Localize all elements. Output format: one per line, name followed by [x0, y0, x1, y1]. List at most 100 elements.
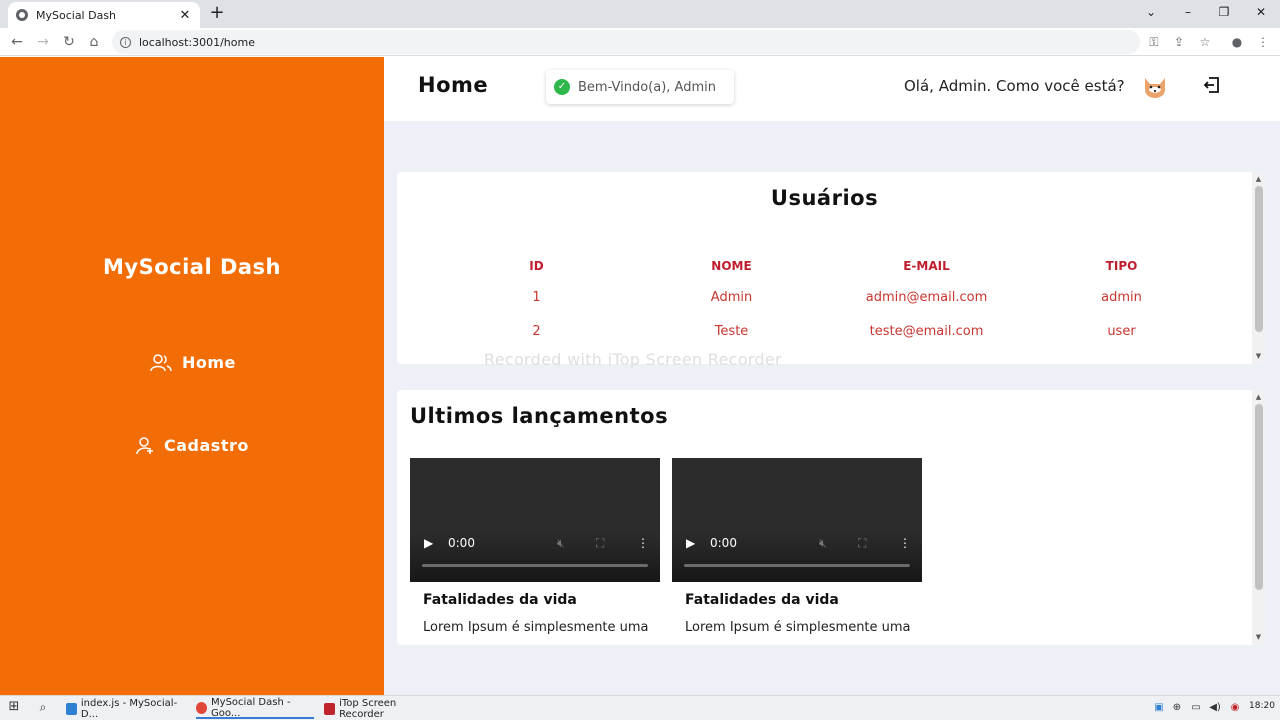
video-card: ▶ 0:00 🔇︎ ⛶ ⋮ Fatalidades da vida Lorem …: [672, 458, 922, 635]
video-card: ▶ 0:00 🔇︎ ⛶ ⋮ Fatalidades da vida Lorem …: [410, 458, 660, 635]
logout-icon[interactable]: [1202, 75, 1222, 95]
cell-email: admin@email.com: [865, 289, 988, 305]
video-player[interactable]: ▶ 0:00 🔇︎ ⛶ ⋮: [672, 458, 922, 582]
launches-card: Ultimos lançamentos ▶ 0:00 🔇︎ ⛶ ⋮ Fatali…: [397, 390, 1265, 645]
globe-icon: [16, 9, 28, 21]
mute-icon[interactable]: 🔇︎: [819, 536, 827, 551]
welcome-toast[interactable]: ✓ Bem-Vindo(a), Admin: [546, 70, 734, 104]
page-title: Home: [418, 73, 489, 97]
forward-icon[interactable]: →: [34, 33, 52, 51]
share-icon[interactable]: ⇪: [1171, 34, 1187, 50]
scroll-down-icon[interactable]: ▼: [1254, 633, 1263, 641]
table-row[interactable]: 2 Teste teste@email.com user: [439, 314, 1219, 348]
video-description: Lorem Ipsum é simplesmente uma: [423, 620, 649, 635]
sidebar: MySocial Dash Home Cadastro: [0, 57, 384, 695]
fullscreen-icon[interactable]: ⛶: [858, 536, 866, 551]
video-progress[interactable]: [684, 564, 910, 567]
volume-icon[interactable]: ◀): [1209, 702, 1221, 714]
scroll-thumb[interactable]: [1255, 404, 1263, 590]
toast-message: Bem-Vindo(a), Admin: [578, 79, 716, 95]
network-icon[interactable]: ▭: [1190, 702, 1202, 714]
column-header: E-MAIL: [903, 259, 950, 273]
play-icon[interactable]: ▶: [686, 536, 695, 550]
table-header-row: ID NOME E-MAIL TIPO: [439, 252, 1219, 280]
main-content: Home ✓ Bem-Vindo(a), Admin Olá, Admin. C…: [384, 57, 1280, 695]
search-icon[interactable]: ⌕: [37, 701, 49, 713]
sidebar-item-cadastro[interactable]: Cadastro: [136, 436, 249, 455]
info-icon[interactable]: i: [120, 36, 131, 48]
taskbar-item-chrome[interactable]: MySocial Dash - Goo...: [196, 697, 314, 719]
taskbar-item-vscode[interactable]: index.js - MySocial-D...: [66, 698, 184, 720]
taskbar-item-label: MySocial Dash - Goo...: [211, 697, 291, 719]
column-header: TIPO: [1105, 259, 1138, 273]
address-bar[interactable]: i localhost:3001/home: [112, 30, 1140, 54]
taskbar-item-recorder[interactable]: iTop Screen Recorder: [324, 698, 436, 720]
recorder-tray-icon[interactable]: ◉: [1229, 702, 1241, 714]
cell-name: Admin: [710, 289, 753, 305]
video-menu-icon[interactable]: ⋮: [899, 536, 911, 550]
browser-toolbar: ← → ↻ ⌂ i localhost:3001/home ⚿ ⇪ ☆ ● ⋮: [0, 28, 1280, 56]
table-row[interactable]: 1 Admin admin@email.com admin: [439, 280, 1219, 314]
scroll-up-icon[interactable]: ▲: [1254, 393, 1263, 401]
video-time: 0:00: [710, 536, 737, 550]
users-table: ID NOME E-MAIL TIPO 1 Admin admin@email.…: [439, 252, 1219, 348]
sidebar-item-home[interactable]: Home: [150, 353, 236, 372]
close-tab-icon[interactable]: ✕: [178, 8, 192, 23]
cell-type: user: [1107, 323, 1136, 339]
users-card: Usuários ID NOME E-MAIL TIPO 1 Admin adm…: [397, 172, 1265, 364]
browser-tab[interactable]: MySocial Dash ✕: [8, 2, 200, 28]
cell-type: admin: [1101, 289, 1142, 305]
recorder-watermark: Recorded with iTop Screen Recorder: [484, 350, 782, 369]
video-menu-icon[interactable]: ⋮: [637, 536, 649, 550]
vscode-icon: [66, 703, 77, 715]
url-text: localhost:3001/home: [139, 35, 255, 49]
tray-app-icon[interactable]: ▣: [1153, 702, 1165, 714]
fullscreen-icon[interactable]: ⛶: [596, 536, 604, 551]
key-icon[interactable]: ⚿: [1146, 34, 1162, 50]
user-add-icon: [136, 436, 153, 454]
browser-tabbar: MySocial Dash ✕ + ⌄ – ❐ ✕: [0, 0, 1280, 28]
avatar[interactable]: [1141, 75, 1169, 99]
taskbar-clock: 18:20: [1249, 701, 1275, 711]
video-time: 0:00: [448, 536, 475, 550]
taskbar-item-label: index.js - MySocial-D...: [80, 698, 178, 720]
chrome-icon: [196, 702, 208, 714]
scroll-up-icon[interactable]: ▲: [1254, 175, 1263, 183]
launches-scrollbar[interactable]: ▲ ▼: [1252, 390, 1265, 645]
play-icon[interactable]: ▶: [424, 536, 433, 550]
close-window-icon[interactable]: ✕: [1251, 4, 1271, 20]
top-header: Home ✓ Bem-Vindo(a), Admin Olá, Admin. C…: [384, 57, 1280, 121]
scroll-thumb[interactable]: [1255, 186, 1263, 332]
new-tab-button[interactable]: +: [208, 4, 226, 22]
cell-id: 2: [532, 323, 541, 339]
bookmark-star-icon[interactable]: ☆: [1197, 34, 1213, 50]
cell-email: teste@email.com: [869, 323, 984, 339]
recorder-icon: [324, 703, 336, 715]
greeting-text: Olá, Admin. Como você está?: [904, 77, 1125, 95]
taskbar-item-label: iTop Screen Recorder: [339, 698, 397, 720]
restore-icon[interactable]: ❐: [1214, 4, 1234, 20]
tray-network-alt-icon[interactable]: ⊕: [1171, 702, 1183, 714]
back-icon[interactable]: ←: [8, 33, 26, 51]
reload-icon[interactable]: ↻: [60, 33, 78, 51]
video-player[interactable]: ▶ 0:00 🔇︎ ⛶ ⋮: [410, 458, 660, 582]
cell-name: Teste: [714, 323, 749, 339]
brand-logo-text: MySocial Dash: [102, 255, 282, 279]
menu-kebab-icon[interactable]: ⋮: [1255, 34, 1271, 50]
video-progress[interactable]: [422, 564, 648, 567]
scroll-down-icon[interactable]: ▼: [1254, 352, 1263, 360]
windows-taskbar: ⊞ ⌕ index.js - MySocial-D... MySocial Da…: [0, 695, 1280, 720]
minimize-icon[interactable]: –: [1178, 4, 1198, 20]
windows-start-icon[interactable]: ⊞: [8, 700, 20, 713]
tab-search-icon[interactable]: ⌄: [1141, 4, 1161, 20]
column-header: ID: [529, 259, 544, 273]
cell-id: 1: [532, 289, 541, 305]
video-description: Lorem Ipsum é simplesmente uma: [685, 620, 911, 635]
column-header: NOME: [711, 259, 752, 273]
mute-icon[interactable]: 🔇︎: [557, 536, 565, 551]
profile-icon[interactable]: ●: [1229, 34, 1245, 50]
users-scrollbar[interactable]: ▲ ▼: [1252, 172, 1265, 364]
home-icon[interactable]: ⌂: [85, 33, 103, 51]
video-title: Fatalidades da vida: [423, 592, 577, 608]
sidebar-item-label: Home: [182, 353, 236, 372]
